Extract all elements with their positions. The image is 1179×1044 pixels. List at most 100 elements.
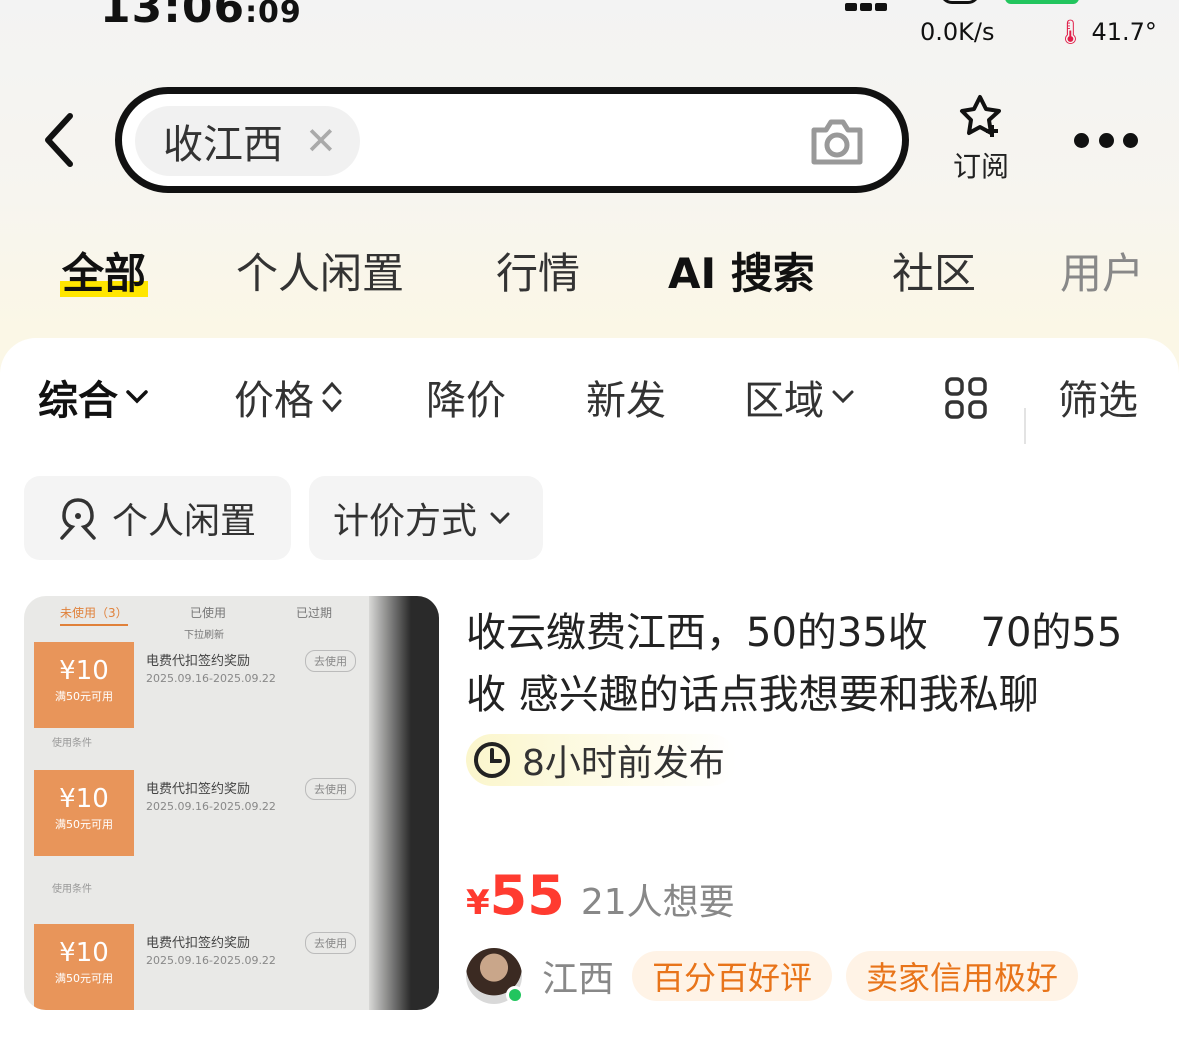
subscribe-label: 订阅 <box>952 150 1009 183</box>
subscribe-button[interactable]: 订阅 <box>945 93 1017 185</box>
tab-label: 用户 <box>1060 249 1145 298</box>
sort-new-label: 新发 <box>586 378 666 424</box>
camera-icon[interactable] <box>808 116 866 168</box>
image-shadow <box>369 596 439 1010</box>
clock-icon <box>474 742 510 778</box>
chip-pricing-label: 计价方式 <box>333 501 478 542</box>
tab-label: 行情 <box>496 249 581 298</box>
sort-comprehensive-label: 综合 <box>38 378 118 424</box>
posted-time-badge: 8小时前发布 <box>466 734 737 786</box>
network-speed: 0.0K/s <box>920 18 995 46</box>
sort-price-drop[interactable]: 降价 <box>426 368 506 426</box>
sort-price-label: 价格 <box>234 378 314 424</box>
chip-personal-label: 个人闲置 <box>112 501 257 542</box>
filter-button[interactable]: 筛选 <box>1058 368 1138 426</box>
temperature-readout: 🌡 41.7° <box>1055 18 1157 46</box>
chip-personal-idle[interactable]: 个人闲置 <box>24 476 291 560</box>
sort-region-label: 区域 <box>744 378 824 424</box>
search-keyword: 收江西 <box>163 122 283 168</box>
coupon-condition: 满50元可用 <box>55 690 113 703</box>
seller-name[interactable]: 江西 <box>542 950 614 1002</box>
coupon-action: 去使用 <box>305 650 356 672</box>
pin-star-icon <box>960 95 1001 137</box>
sort-bar: 综合 价格 降价 新发 区域 筛选 <box>0 368 1179 444</box>
image-pull-hint: 下拉刷新 <box>184 630 224 641</box>
sort-region[interactable]: 区域 <box>744 368 856 426</box>
seller-tag-positive-reviews: 百分百好评 <box>632 951 833 1001</box>
tab-users[interactable]: 用户 <box>1060 240 1144 301</box>
search-keyword-chip[interactable]: 收江西 ✕ <box>135 106 360 176</box>
tab-label: 社区 <box>892 249 977 298</box>
coupon-name: 电费代扣签约奖励 <box>146 654 251 669</box>
tab-personal-idle[interactable]: 个人闲置 <box>236 240 404 301</box>
search-box[interactable]: 收江西 ✕ <box>115 87 909 193</box>
coupon-amount: ¥10 <box>59 656 109 686</box>
sort-divider <box>1024 408 1026 444</box>
chevron-down-icon <box>490 512 510 525</box>
thermometer-icon: 🌡 <box>1055 18 1086 46</box>
coupon-amount: ¥10 <box>59 938 109 968</box>
coupon-dates: 2025.09.16-2025.09.22 <box>146 800 276 813</box>
image-tab-used: 已使用 <box>190 606 227 620</box>
tab-label: 个人闲置 <box>236 249 405 298</box>
image-tab-expired: 已过期 <box>296 606 333 620</box>
clear-keyword-icon[interactable]: ✕ <box>305 122 337 160</box>
chip-pricing-method[interactable]: 计价方式 <box>309 476 543 560</box>
tab-all[interactable]: 全部 <box>60 240 149 301</box>
sort-arrows-icon <box>322 381 342 413</box>
online-indicator <box>506 986 524 1004</box>
clock-seconds: :09 <box>245 0 302 30</box>
battery-icon <box>1005 0 1079 4</box>
price-row: ¥ 55 21人想要 <box>466 864 735 927</box>
sort-comprehensive[interactable]: 综合 <box>38 368 150 426</box>
chevron-down-icon <box>832 390 854 404</box>
coupon-note: 使用条件 <box>52 738 92 749</box>
price-currency: ¥ <box>466 883 490 923</box>
chevron-down-icon <box>126 390 148 404</box>
coupon-dates: 2025.09.16-2025.09.22 <box>146 954 276 967</box>
image-coupon: ¥10 满50元可用 电费代扣签约奖励 2025.09.16-2025.09.22… <box>34 924 364 1010</box>
temperature-value: 41.7° <box>1091 18 1157 46</box>
listing-card[interactable]: 未使用（3） 已使用 已过期 下拉刷新 ¥10 满50元可用 电费代扣签约奖励 2… <box>24 596 1155 1012</box>
image-coupon: ¥10 满50元可用 电费代扣签约奖励 2025.09.16-2025.09.22… <box>34 770 364 856</box>
listing-image[interactable]: 未使用（3） 已使用 已过期 下拉刷新 ¥10 满50元可用 电费代扣签约奖励 2… <box>24 596 439 1010</box>
tab-market[interactable]: 行情 <box>496 240 580 301</box>
tab-ai-search[interactable]: AI 搜索 <box>668 240 815 301</box>
want-count: 21人想要 <box>580 882 735 923</box>
image-coupon: ¥10 满50元可用 电费代扣签约奖励 2025.09.16-2025.09.22… <box>34 642 364 728</box>
coupon-action: 去使用 <box>305 932 356 954</box>
price-value: 55 <box>489 864 565 927</box>
wifi-icon <box>940 0 980 4</box>
coupon-name: 电费代扣签约奖励 <box>146 936 251 951</box>
seller-avatar[interactable] <box>466 948 524 1004</box>
user-icon <box>60 498 96 540</box>
results-panel: 综合 价格 降价 新发 区域 筛选 个人闲置 计价方式 未使用（3） 已使用 已… <box>0 338 1179 1044</box>
chevron-left-icon <box>45 113 73 167</box>
sort-price-drop-label: 降价 <box>426 378 506 424</box>
grid-view-icon[interactable] <box>938 376 988 420</box>
clock-time: 13:06 <box>100 0 246 33</box>
signal-icon <box>845 0 891 11</box>
coupon-dates: 2025.09.16-2025.09.22 <box>146 672 276 685</box>
coupon-note: 使用条件 <box>52 884 92 895</box>
back-button[interactable] <box>38 110 88 170</box>
category-tabs: 全部 个人闲置 行情 AI 搜索 社区 用户 <box>0 240 1179 310</box>
tab-label: AI 搜索 <box>668 249 815 298</box>
image-coupon-tabs: 未使用（3） 已使用 已过期 下拉刷新 <box>24 596 384 641</box>
posted-time-text: 8小时前发布 <box>522 743 725 784</box>
status-bar: 13:06:09 0.0K/s 🌡 41.7° <box>0 0 1179 60</box>
listing-title[interactable]: 收云缴费江西，50的35收 70的55收 感兴趣的话点我想要和我私聊 <box>466 602 1156 726</box>
tab-label: 全部 <box>62 249 147 298</box>
tab-community[interactable]: 社区 <box>892 240 976 301</box>
coupon-action: 去使用 <box>305 778 356 800</box>
image-tab-unused: 未使用（3） <box>60 604 128 626</box>
coupon-name: 电费代扣签约奖励 <box>146 782 251 797</box>
coupon-condition: 满50元可用 <box>55 818 113 831</box>
sort-price[interactable]: 价格 <box>234 368 344 426</box>
coupon-condition: 满50元可用 <box>55 972 113 985</box>
seller-row: 江西 百分百好评 卖家信用极好 <box>466 948 1092 1004</box>
more-options-icon[interactable] <box>1074 130 1138 150</box>
coupon-amount: ¥10 <box>59 784 109 814</box>
seller-tag-credit: 卖家信用极好 <box>846 951 1079 1001</box>
sort-new[interactable]: 新发 <box>586 368 666 426</box>
